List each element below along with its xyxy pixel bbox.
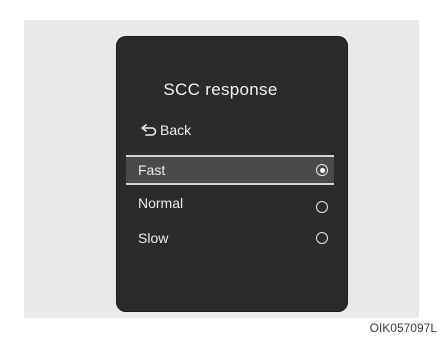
- radio-unselected-icon: [316, 201, 328, 213]
- back-label: Back: [160, 122, 192, 138]
- option-label: Normal: [138, 195, 184, 211]
- back-button[interactable]: Back: [141, 122, 191, 138]
- option-fast[interactable]: Fast: [126, 155, 334, 185]
- option-normal[interactable]: Normal: [126, 188, 334, 218]
- figure-code: OIK057097L: [369, 321, 437, 335]
- option-label: Fast: [138, 162, 166, 178]
- radio-unselected-icon: [316, 232, 328, 244]
- option-label: Slow: [138, 230, 169, 246]
- radio-selected-icon: [316, 164, 328, 176]
- menu-title: SCC response: [163, 80, 278, 99]
- back-arrow-icon: [141, 124, 157, 136]
- option-slow[interactable]: Slow: [126, 223, 334, 253]
